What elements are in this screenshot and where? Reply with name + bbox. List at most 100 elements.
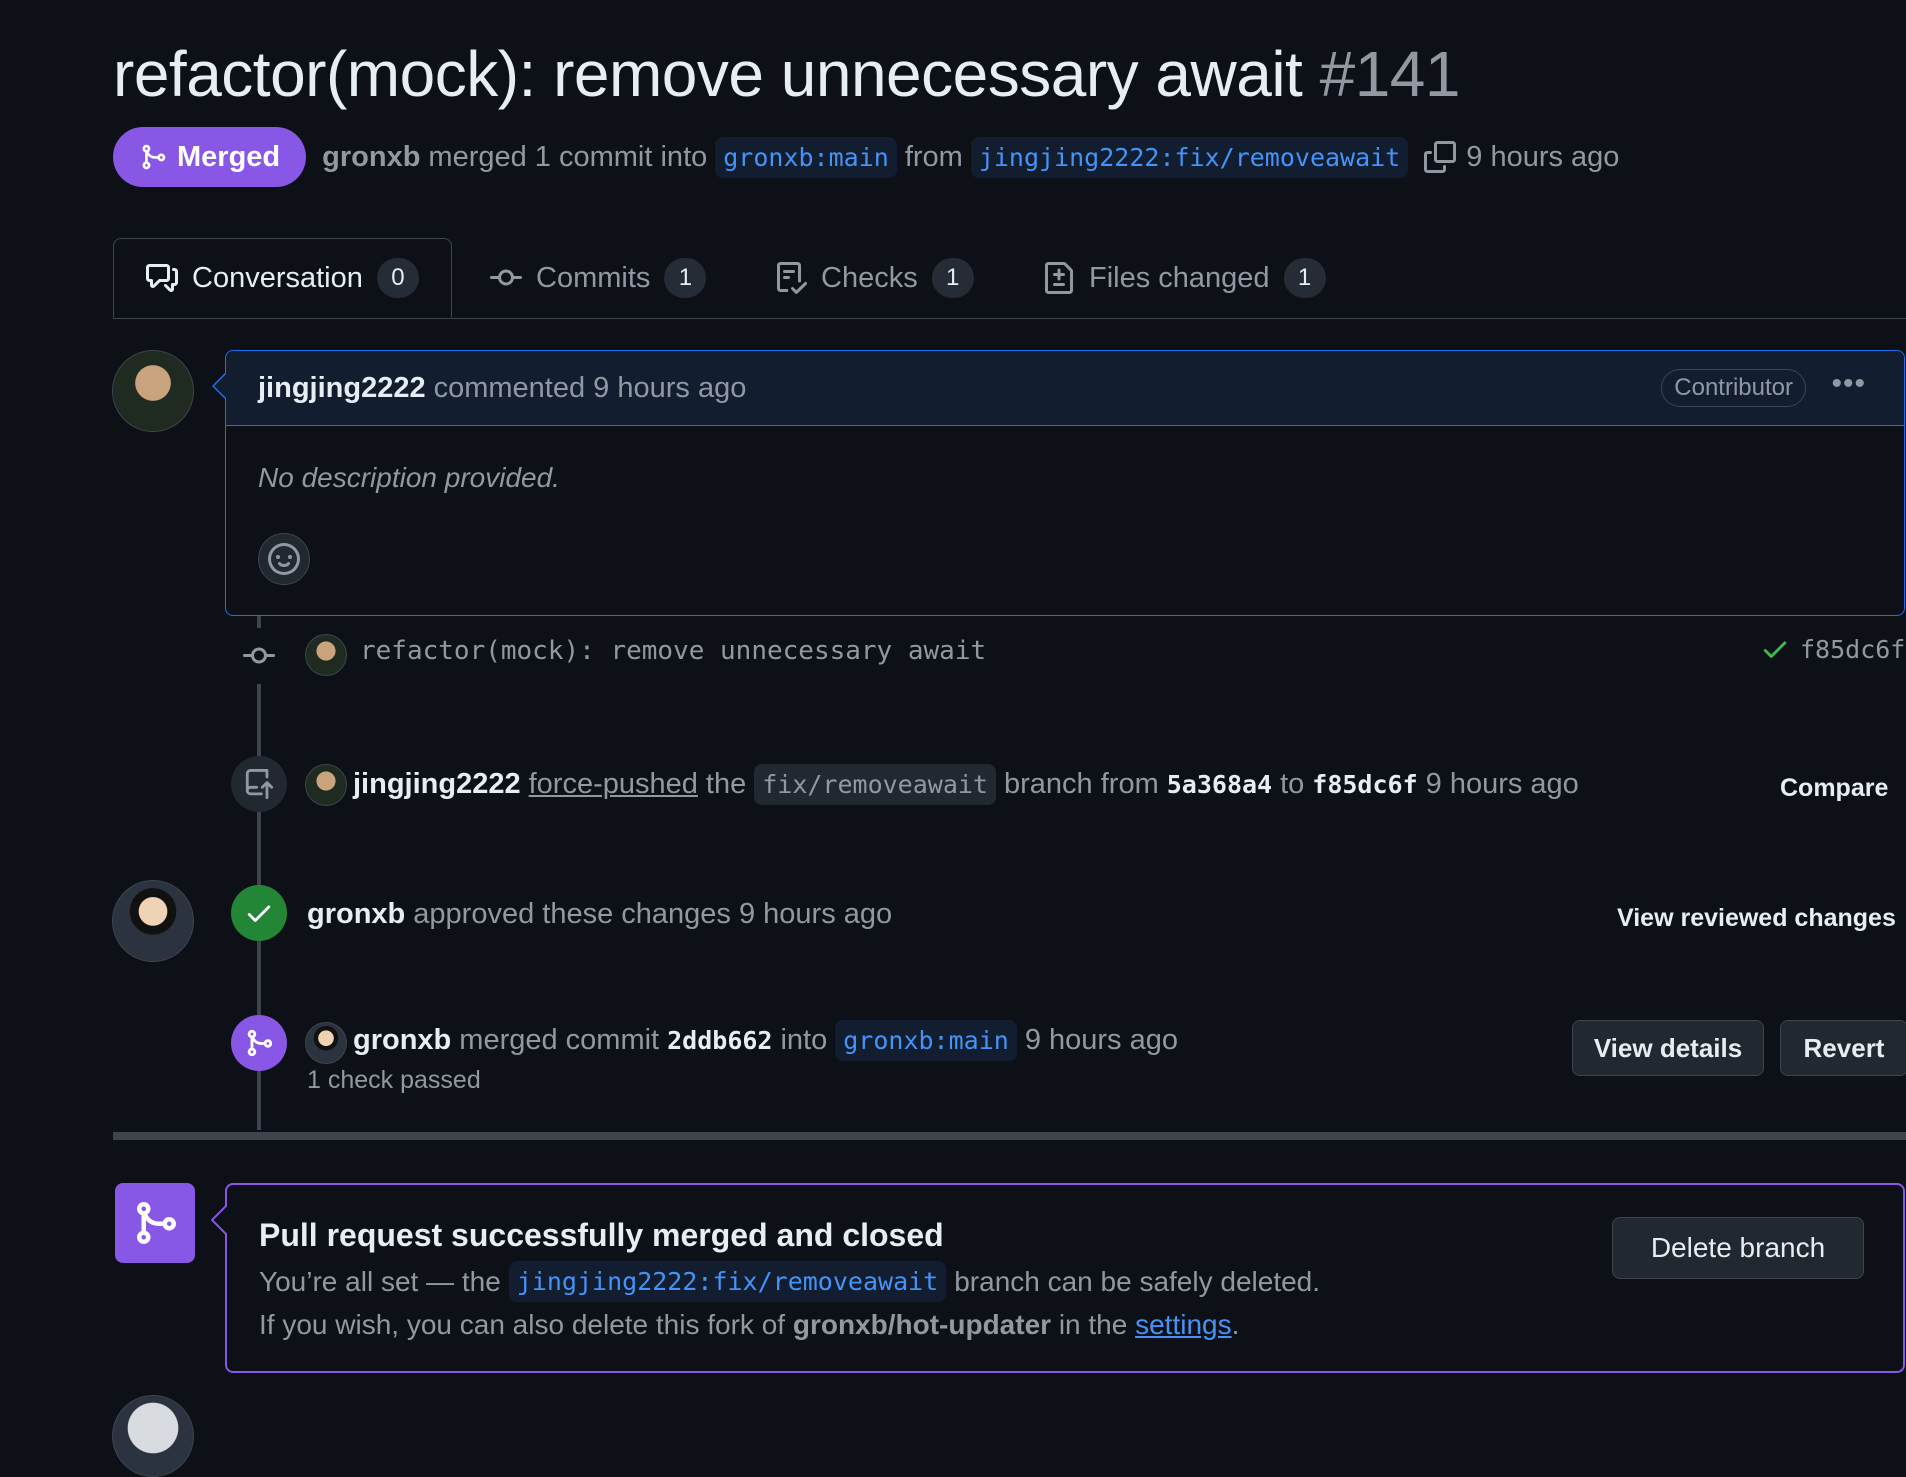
tab-commits-count: 1 bbox=[664, 258, 707, 298]
checks-passed-text[interactable]: 1 check passed bbox=[307, 1066, 481, 1095]
force-push-author[interactable]: jingjing2222 bbox=[353, 768, 521, 801]
tab-conversation-label: Conversation bbox=[192, 261, 363, 294]
merged-line-1-post: branch can be safely deleted. bbox=[954, 1265, 1321, 1297]
merged-state-icon-box bbox=[115, 1183, 195, 1263]
check-icon bbox=[247, 905, 271, 922]
commit-message[interactable]: refactor(mock): remove unnecessary await bbox=[360, 636, 986, 666]
comment-action: commented 9 hours ago bbox=[433, 371, 747, 404]
avatar-small-commit-author[interactable] bbox=[305, 634, 347, 676]
pr-title: refactor(mock): remove unnecessary await… bbox=[113, 34, 1460, 114]
merged-status-label: Merged bbox=[177, 140, 281, 173]
pr-tabs: Conversation 0 Commits 1 Checks 1 Files … bbox=[113, 238, 1906, 319]
view-reviewed-changes-button[interactable]: View reviewed changes bbox=[1617, 904, 1896, 933]
comment-body: No description provided. bbox=[258, 462, 560, 493]
copy-icon[interactable] bbox=[1424, 141, 1457, 173]
tab-commits[interactable]: Commits 1 bbox=[490, 238, 707, 318]
tab-files-changed-label: Files changed bbox=[1089, 261, 1270, 294]
merger-link[interactable]: gronxb bbox=[322, 141, 420, 174]
avatar-small-gronxb[interactable] bbox=[305, 1022, 347, 1064]
force-pushed-link[interactable]: force-pushed bbox=[529, 768, 698, 801]
from-sha[interactable]: 5a368a4 bbox=[1167, 770, 1272, 799]
merged-event-badge bbox=[231, 1015, 287, 1071]
to-sha[interactable]: f85dc6f bbox=[1312, 770, 1417, 799]
view-details-button[interactable]: View details bbox=[1572, 1020, 1764, 1076]
approved-badge bbox=[231, 885, 287, 941]
tab-conversation[interactable]: Conversation 0 bbox=[113, 238, 452, 318]
into-text: into bbox=[780, 1024, 828, 1056]
approval-text: gronxb approved these changes 9 hours ag… bbox=[307, 898, 892, 931]
avatar-small-jingjing2222[interactable] bbox=[305, 764, 347, 806]
commit-sha-row: f85dc6f bbox=[1760, 634, 1905, 664]
tab-conversation-count: 0 bbox=[376, 258, 419, 298]
branch-from-text: branch from bbox=[1004, 768, 1159, 800]
merged-line-2: If you wish, you can also delete this fo… bbox=[259, 1309, 1239, 1341]
commit-sha[interactable]: f85dc6f bbox=[1800, 635, 1905, 664]
contributor-badge: Contributor bbox=[1661, 369, 1806, 407]
smiley-icon bbox=[268, 543, 300, 575]
commit-badge bbox=[231, 628, 287, 684]
repo-push-icon bbox=[245, 769, 274, 799]
from-text: from bbox=[904, 140, 963, 173]
the-text: the bbox=[705, 768, 747, 800]
checklist-icon bbox=[777, 262, 807, 294]
check-icon[interactable] bbox=[1760, 634, 1790, 664]
tab-files-changed[interactable]: Files changed 1 bbox=[1043, 238, 1326, 318]
merged-heading: Pull request successfully merged and clo… bbox=[259, 1217, 944, 1253]
comment-header: jingjing2222 commented 9 hours ago Contr… bbox=[226, 351, 1904, 426]
merged-line-1: You’re all set — the jingjing2222:fix/re… bbox=[259, 1261, 1320, 1302]
merged-line-2-mid: in the bbox=[1058, 1309, 1128, 1340]
merge-event-text: gronxb merged commit 2ddb662 into gronxb… bbox=[353, 1020, 1178, 1061]
merged-line-2-end: . bbox=[1231, 1309, 1240, 1340]
file-diff-icon bbox=[1045, 262, 1073, 294]
tab-checks[interactable]: Checks 1 bbox=[775, 238, 974, 318]
merged-line-2-pre: If you wish, you can also delete this fo… bbox=[259, 1309, 786, 1340]
comment-discussion-icon bbox=[146, 264, 178, 292]
merged-line-1-pre: You’re all set — the bbox=[259, 1265, 501, 1297]
force-push-time: 9 hours ago bbox=[1425, 768, 1579, 800]
force-push-branch[interactable]: fix/removeawait bbox=[754, 764, 996, 805]
approval-author[interactable]: gronxb bbox=[307, 898, 405, 931]
delete-branch-button[interactable]: Delete branch bbox=[1612, 1217, 1864, 1279]
merged-closed-box: Pull request successfully merged and clo… bbox=[211, 1183, 1905, 1373]
force-push-text: jingjing2222 force-pushed the fix/remove… bbox=[353, 764, 1579, 805]
merge-commit-sha[interactable]: 2ddb662 bbox=[667, 1026, 772, 1055]
head-branch-tag[interactable]: jingjing2222:fix/removeawait bbox=[970, 136, 1409, 178]
git-commit-icon bbox=[490, 269, 522, 286]
git-commit-icon bbox=[243, 647, 275, 664]
merge-target-branch[interactable]: gronxb:main bbox=[835, 1020, 1017, 1061]
pr-title-text: refactor(mock): remove unnecessary await bbox=[113, 38, 1303, 110]
merged-status-badge: Merged bbox=[113, 127, 307, 187]
merge-time: 9 hours ago bbox=[1466, 140, 1620, 173]
fork-repo-name: gronxb/hot-updater bbox=[792, 1309, 1052, 1340]
git-merge-icon bbox=[137, 1202, 177, 1244]
pr-meta: Merged gronxb merged 1 commit into gronx… bbox=[113, 126, 1619, 188]
to-text: to bbox=[1280, 768, 1305, 800]
comment-author[interactable]: jingjing2222 bbox=[258, 372, 426, 405]
avatar-gronxb[interactable] bbox=[112, 880, 194, 962]
merged-box-branch[interactable]: jingjing2222:fix/removeawait bbox=[508, 1261, 947, 1302]
merge-event-time: 9 hours ago bbox=[1024, 1024, 1178, 1056]
tab-files-changed-count: 1 bbox=[1283, 258, 1326, 298]
approval-action: approved these changes 9 hours ago bbox=[413, 898, 893, 930]
tab-commits-label: Commits bbox=[536, 261, 651, 294]
git-merge-icon bbox=[247, 1029, 273, 1057]
timeline-end-divider bbox=[113, 1132, 1906, 1140]
merged-box-pointer-arrow bbox=[211, 1205, 227, 1235]
add-reaction-button[interactable] bbox=[258, 533, 310, 585]
force-push-badge bbox=[231, 756, 287, 812]
merge-description: merged 1 commit into bbox=[428, 140, 708, 173]
revert-button[interactable]: Revert bbox=[1780, 1020, 1906, 1076]
avatar-jingjing2222[interactable] bbox=[112, 350, 194, 432]
compare-button[interactable]: Compare bbox=[1780, 774, 1888, 803]
merged-commit-text: merged commit bbox=[459, 1024, 660, 1056]
settings-link[interactable]: settings bbox=[1135, 1309, 1232, 1340]
merge-event-author[interactable]: gronxb bbox=[353, 1024, 451, 1057]
git-merge-icon bbox=[142, 144, 166, 170]
pr-number: #141 bbox=[1319, 38, 1461, 110]
kebab-menu-icon[interactable]: ••• bbox=[1831, 367, 1866, 401]
avatar-next-comment[interactable] bbox=[112, 1395, 194, 1477]
comment-box: jingjing2222 commented 9 hours ago Contr… bbox=[212, 350, 1905, 616]
tab-checks-label: Checks bbox=[821, 261, 918, 294]
base-branch-tag[interactable]: gronxb:main bbox=[715, 136, 897, 178]
tab-checks-count: 1 bbox=[931, 258, 974, 298]
